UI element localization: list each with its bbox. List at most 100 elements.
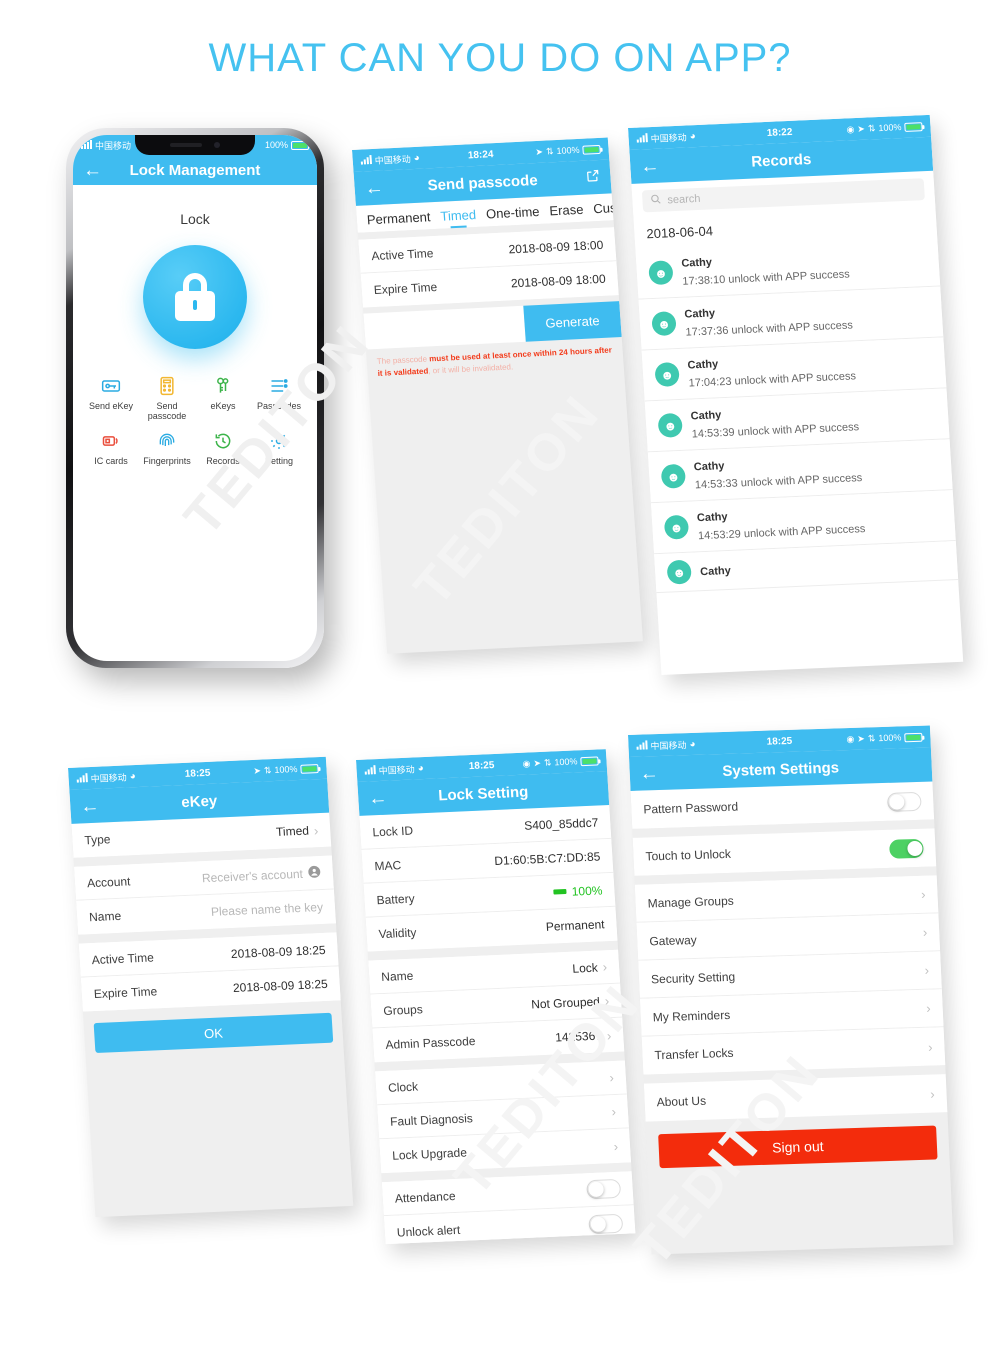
bluetooth-icon: ⇅ [545,145,554,157]
chevron-right-icon: › [609,1070,615,1086]
row-label: Touch to Unlock [645,846,732,864]
grid-item-send-ekey[interactable]: Send eKey [83,375,139,422]
grid-label: Passcodes [256,401,302,411]
grid-item-setting[interactable]: Setting [251,430,307,466]
back-arrow-icon[interactable]: ← [83,161,102,180]
speaker-grill-icon [170,143,202,147]
avatar: ☻ [657,412,683,438]
generate-button[interactable]: Generate [523,301,622,342]
status-left: 中国移动 ◕ [636,130,696,146]
touch-to-unlock-toggle[interactable] [889,838,924,859]
tab-permanent[interactable]: Permanent [366,209,431,232]
settings-nav-group: Manage Groups › Gateway › Security Setti… [634,875,946,1075]
bluetooth-icon: ⇅ [867,122,876,134]
avatar: ☻ [666,559,692,585]
chevron-right-icon: › [924,962,930,978]
row-value-text: Timed [275,823,310,839]
row-label: About Us [656,1093,707,1110]
screen-title: Records [750,150,812,171]
back-arrow-icon[interactable]: ← [80,795,100,817]
chevron-right-icon: › [606,1027,612,1043]
row-label: Expire Time [93,984,158,1002]
avatar: ☻ [654,361,680,387]
attendance-toggle[interactable] [586,1178,622,1200]
record-name: Cathy [690,409,722,423]
carrier-label: 中国移动 [90,771,127,784]
share-icon[interactable] [585,167,601,187]
avatar: ☻ [660,463,687,489]
record-desc: 17:04:23 unlock with APP success [688,370,857,390]
chevron-right-icon: › [604,993,610,1009]
back-arrow-icon[interactable]: ← [368,787,388,809]
row-label: Active Time [91,949,155,967]
lock-info-group: Lock ID S400_85ddc7 MAC D1:60:5B:C7:DD:8… [359,804,618,952]
record-desc: 14:53:39 unlock with APP success [691,421,860,441]
signal-bars-icon [76,773,88,783]
grid-item-passcodes[interactable]: Passcodes [251,375,307,422]
battery-icon [300,763,319,774]
chevron-right-icon: › [926,1000,932,1016]
unlock-alert-toggle[interactable] [588,1213,624,1234]
screen-records: 中国移动 ◕ 18:22 ◉ ➤ ⇅ 100% ← Records search… [628,114,964,675]
row-value: 1425367 › [555,1028,612,1045]
phone-screen: 中国移动 100% ← Lock Management Lock Send eK… [73,135,317,661]
back-arrow-icon[interactable]: ← [364,177,384,199]
alarm-icon: ◉ [522,757,531,769]
warning-pre: The passcode [376,354,430,366]
lock-tools-group: Clock › Fault Diagnosis › Lock Upgrade › [375,1060,632,1174]
bluetooth-icon: ⇅ [543,756,552,768]
record-desc: 17:37:36 unlock with APP success [685,319,854,339]
list-icon [268,375,290,397]
pattern-password-toggle[interactable] [886,791,922,812]
ok-button[interactable]: OK [93,1012,334,1054]
status-left: 中国移动 ◕ [364,762,424,778]
row-label: My Reminders [652,1007,731,1024]
tab-one-time[interactable]: One-time [486,204,541,227]
grid-item-ekeys[interactable]: eKeys [195,375,251,422]
grid-item-ic-cards[interactable]: IC cards [83,430,139,466]
chevron-right-icon: › [611,1103,617,1120]
status-right: 100% [265,140,311,150]
lock-toggles-group: Attendance Unlock alert [381,1171,636,1245]
record-desc: 17:38:10 unlock with APP success [682,268,851,288]
row-value: 2018-08-09 18:00 [508,237,604,256]
grid-item-records[interactable]: Records [195,430,251,466]
grid-label: eKeys [210,401,236,411]
search-input[interactable]: search [641,178,925,213]
bluetooth-icon: ⇅ [263,764,272,775]
alarm-icon: ◉ [846,733,855,744]
screen-title: Lock Setting [437,783,529,804]
key-card-icon [100,375,122,397]
chevron-right-icon: › [613,1138,619,1154]
navigation-bar: ← Lock Management [73,155,317,185]
record-name: Cathy [693,460,725,474]
back-arrow-icon[interactable]: ← [640,155,660,177]
row-value: 100% [553,883,603,899]
tab-erase[interactable]: Erase [549,202,584,224]
tab-timed[interactable]: Timed [440,207,477,229]
row-value: 2018-08-09 18:25 [232,976,329,995]
back-arrow-icon[interactable]: ← [639,763,659,785]
row-value: 2018-08-09 18:00 [510,271,607,291]
contact-icon[interactable] [307,865,321,882]
sign-out-button[interactable]: Sign out [658,1125,938,1169]
screen-title: Lock Management [129,161,261,179]
battery-level-icon [553,888,567,895]
clock-label: 18:25 [468,759,495,772]
unlock-button[interactable] [143,245,247,349]
row-label: Expire Time [373,279,438,298]
row-label: Security Setting [650,969,736,986]
record-name: Cathy [687,358,719,372]
row-value-text: Not Grouped [530,994,601,1012]
row-value: Permanent [545,917,605,934]
battery-icon [291,140,311,150]
location-icon: ➤ [533,757,542,768]
grid-item-send-passcode[interactable]: Send passcode [139,375,195,422]
location-icon: ➤ [857,123,866,134]
row-label: Gateway [649,932,698,948]
grid-item-fingerprints[interactable]: Fingerprints [139,430,195,466]
row-label: Type [84,832,111,848]
grid-label: Records [206,455,240,466]
row-label: Clock [387,1079,419,1095]
battery-icon [904,121,923,132]
